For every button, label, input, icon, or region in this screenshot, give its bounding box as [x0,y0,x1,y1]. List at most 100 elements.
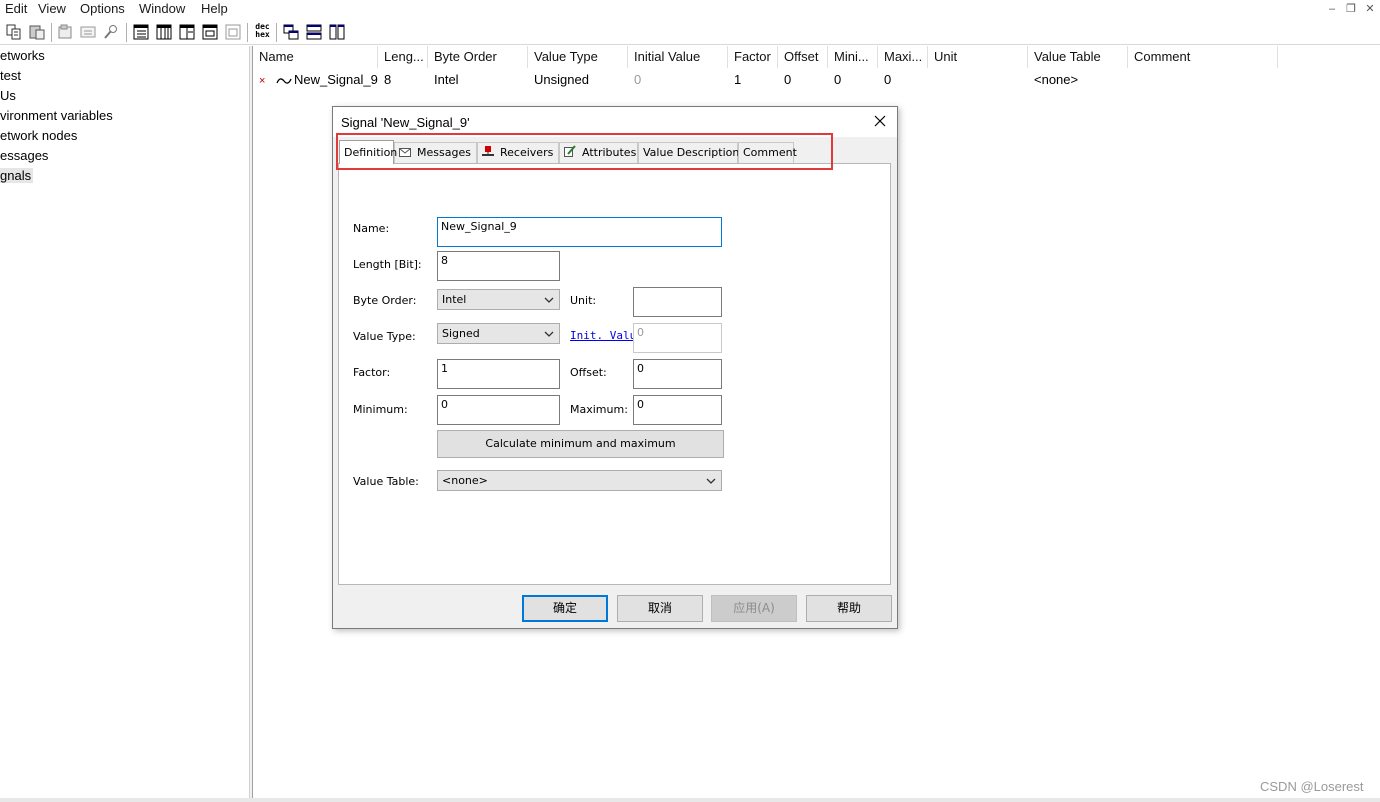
ok-button[interactable]: 确定 [522,595,608,622]
restore-icon[interactable]: ❐ [1344,2,1358,16]
hex-label: hex [255,30,270,39]
cancel-button[interactable]: 取消 [617,595,703,622]
tab-receivers-label: Receivers [500,146,554,159]
menu-edit[interactable]: Edit [5,1,27,16]
view-window-icon[interactable] [201,23,219,41]
toolbar-separator [51,23,52,42]
tab-messages[interactable]: Messages [394,142,477,163]
menu-window[interactable]: Window [139,1,185,16]
name-field[interactable]: New_Signal_9 [437,217,722,247]
tab-attributes-label: Attributes [582,146,637,159]
chevron-down-icon [706,476,716,486]
tile-vertical-icon[interactable] [328,23,346,41]
tools-icon[interactable] [102,23,120,41]
init-value-field[interactable]: 0 [633,323,722,353]
view-print-icon[interactable] [224,23,242,41]
factor-field[interactable]: 1 [437,359,560,389]
column-header-unit[interactable]: Unit [928,46,1028,68]
tile-horizontal-icon[interactable] [305,23,323,41]
pencil-icon [564,144,576,163]
length-field[interactable]: 8 [437,251,560,281]
tree-item-network-nodes[interactable]: etwork nodes [0,128,77,143]
row-marker-icon: × [259,75,266,87]
byte-order-select[interactable]: Intel [437,289,560,310]
help-button[interactable]: 帮助 [806,595,892,622]
paste-icon[interactable] [28,23,46,41]
tab-value-descriptions[interactable]: Value Descriptions [638,142,745,163]
dialog-close-icon[interactable] [871,112,889,130]
cell-maximum: 0 [884,72,892,87]
tab-comment[interactable]: Comment [738,142,797,163]
chevron-down-icon [544,295,554,305]
dialog-title: Signal 'New_Signal_9' [341,115,470,130]
dec-hex-icon[interactable]: dec hex [253,23,272,41]
column-header-initial-value[interactable]: Initial Value [628,46,728,68]
label-value-table: Value Table: [353,475,419,488]
init-value-link[interactable]: Init. Value [570,329,633,342]
offset-field[interactable]: 0 [633,359,722,389]
column-header-byte-order[interactable]: Byte Order [428,46,528,68]
cell-minimum: 0 [834,72,842,87]
tree-item-test[interactable]: test [0,68,21,83]
view-table-icon[interactable] [155,23,173,41]
column-header-minimum[interactable]: Mini... [828,46,878,68]
value-type-value: Signed [442,327,480,340]
column-header-maximum[interactable]: Maxi... [878,46,928,68]
label-offset: Offset: [570,366,607,379]
cell-name: New_Signal_9 [294,72,378,87]
value-table-value: <none> [442,474,488,487]
column-header-value-type[interactable]: Value Type [528,46,628,68]
maximum-field[interactable]: 0 [633,395,722,425]
calculate-min-max-button[interactable]: Calculate minimum and maximum [437,430,724,458]
label-maximum: Maximum: [570,403,628,416]
toolbar-separator [276,23,277,42]
tree-item-environment-variables[interactable]: vironment variables [0,108,113,123]
menu-view[interactable]: View [38,1,66,16]
watermark: CSDN @Loserest [1260,779,1364,794]
receiver-node-icon [482,144,494,163]
edit-list-icon[interactable] [79,23,97,41]
cell-value-table: <none> [1034,72,1079,87]
menu-help[interactable]: Help [201,1,228,16]
tree-item-ecus[interactable]: Us [0,88,16,103]
minimize-icon[interactable]: – [1325,2,1339,16]
label-length: Length [Bit]: [353,258,422,271]
column-header-comment[interactable]: Comment [1128,46,1278,68]
signal-wave-icon [276,74,292,89]
menu-options[interactable]: Options [80,1,125,16]
tree-item-signals[interactable]: gnals [0,168,34,183]
close-icon[interactable]: ✕ [1363,2,1377,16]
tree-item-messages[interactable]: essages [0,148,48,163]
cascade-icon[interactable] [282,23,300,41]
column-header-factor[interactable]: Factor [728,46,778,68]
value-table-select[interactable]: <none> [437,470,722,491]
tab-definition[interactable]: Definition [339,140,397,164]
copy-icon[interactable] [5,23,23,41]
toolbar-separator [247,23,248,42]
properties-icon[interactable] [56,23,74,41]
column-header-name[interactable]: Name [253,46,378,68]
tab-attributes[interactable]: Attributes [559,142,638,163]
cell-value-type: Unsigned [534,72,589,87]
column-header-value-table[interactable]: Value Table [1028,46,1128,68]
view-list-icon[interactable] [132,23,150,41]
column-header-length[interactable]: Leng... [378,46,428,68]
toolbar: dec hex [0,20,1380,45]
unit-field[interactable] [633,287,722,317]
label-name: Name: [353,222,390,235]
tab-receivers[interactable]: Receivers [477,142,559,163]
column-header-offset[interactable]: Offset [778,46,828,68]
cell-factor: 1 [734,72,742,87]
minimum-field[interactable]: 0 [437,395,560,425]
chevron-down-icon [544,329,554,339]
dialog-title-bar[interactable]: Signal 'New_Signal_9' [333,107,897,137]
cell-offset: 0 [784,72,792,87]
tab-messages-label: Messages [417,146,471,159]
value-type-select[interactable]: Signed [437,323,560,344]
view-detail-icon[interactable] [178,23,196,41]
label-minimum: Minimum: [353,403,408,416]
apply-button[interactable]: 应用(A) [711,595,797,622]
object-tree: etworks test Us vironment variables etwo… [0,46,249,798]
cell-initial-value: 0 [634,72,642,87]
tree-item-networks[interactable]: etworks [0,48,45,63]
